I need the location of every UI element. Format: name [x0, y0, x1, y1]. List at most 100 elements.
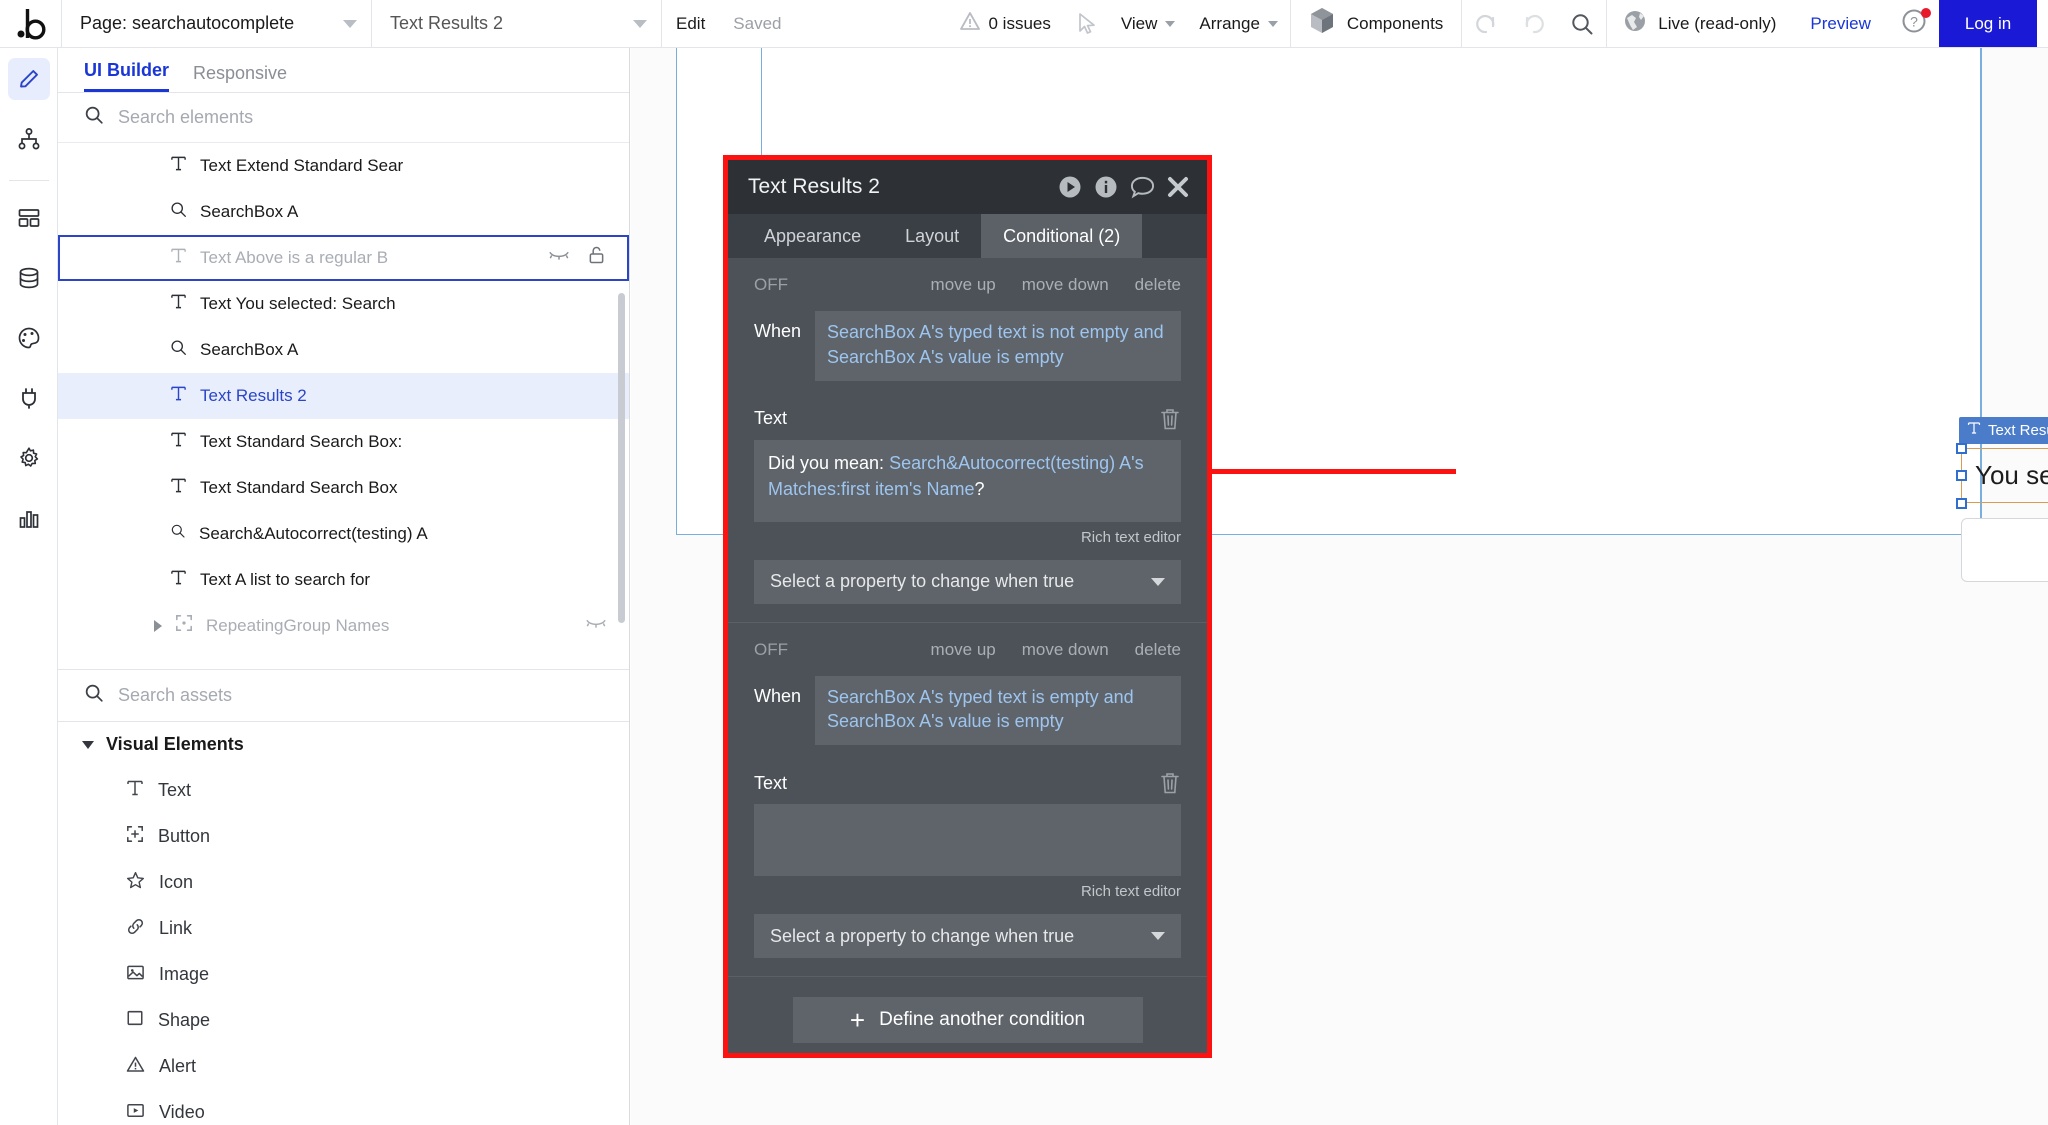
rail-item-elements[interactable]	[8, 197, 50, 239]
globe-icon	[1623, 9, 1647, 38]
move-down-link-2[interactable]: move down	[1022, 640, 1109, 660]
tree-item-text-standard-search-box-colon[interactable]: Text Standard Search Box:	[58, 419, 629, 465]
text-property-value-2[interactable]	[754, 804, 1181, 876]
alert-triangle-icon	[126, 1055, 145, 1079]
redo-icon[interactable]	[1510, 0, 1558, 47]
issues-button[interactable]: 0 issues	[946, 12, 1065, 35]
tree-item-label: Text Results 2	[200, 386, 307, 406]
tab-conditional[interactable]: Conditional (2)	[981, 214, 1142, 258]
element-selector[interactable]: Text Results 2	[372, 0, 662, 47]
tree-item-text-you-selected-search[interactable]: Text You selected: Search	[58, 281, 629, 327]
define-another-condition-button[interactable]: + Define another condition	[793, 997, 1143, 1043]
arrange-menu[interactable]: Arrange	[1187, 14, 1289, 34]
asset-item-image[interactable]: Image	[58, 952, 629, 998]
canvas-selected-element[interactable]: You selected: SearchBox A's value's Name	[1961, 448, 2048, 503]
tree-item-label: Text Extend Standard Sear	[200, 156, 403, 176]
triangle-right-icon[interactable]	[154, 620, 162, 632]
eye-hidden-icon[interactable]	[548, 247, 570, 268]
tree-item-repeatinggroup-names[interactable]: RepeatingGroup Names	[58, 603, 629, 649]
elements-search[interactable]: Search elements	[58, 93, 629, 143]
live-mode-button[interactable]: Live (read-only)	[1607, 0, 1792, 47]
delete-link-1[interactable]: delete	[1135, 275, 1181, 295]
move-down-link-1[interactable]: move down	[1022, 275, 1109, 295]
asset-item-text[interactable]: Text	[58, 768, 629, 814]
cursor-arrow-icon[interactable]	[1065, 13, 1109, 35]
text-property-value-1[interactable]: Did you mean: Search&Autocorrect(testing…	[754, 440, 1181, 522]
rail-item-data[interactable]	[8, 257, 50, 299]
trash-icon[interactable]	[1159, 771, 1181, 795]
rail-item-plugins[interactable]	[8, 377, 50, 419]
video-icon	[126, 1101, 145, 1125]
rail-item-settings[interactable]	[8, 437, 50, 479]
components-button[interactable]: Components	[1291, 0, 1461, 47]
tree-item-text-above-is-a-regular-b[interactable]: Text Above is a regular B	[58, 235, 629, 281]
lock-open-icon[interactable]	[588, 245, 605, 270]
condition-toggle-1[interactable]: OFF	[754, 275, 905, 295]
undo-icon[interactable]	[1462, 0, 1510, 47]
tree-item-text-standard-search-box[interactable]: Text Standard Search Box	[58, 465, 629, 511]
tab-layout[interactable]: Layout	[883, 214, 981, 258]
assets-section-visual-elements[interactable]: Visual Elements	[58, 722, 629, 768]
preview-button[interactable]: Preview	[1792, 0, 1888, 47]
view-menu[interactable]: View	[1109, 14, 1188, 34]
rich-text-editor-link-2[interactable]: Rich text editor	[754, 883, 1181, 900]
asset-item-video[interactable]: Video	[58, 1090, 629, 1125]
close-icon[interactable]	[1165, 174, 1191, 200]
text-icon	[170, 155, 187, 177]
delete-link-2[interactable]: delete	[1135, 640, 1181, 660]
login-button[interactable]: Log in	[1939, 0, 2037, 47]
rail-item-workflow[interactable]	[8, 118, 50, 160]
tab-appearance[interactable]: Appearance	[742, 214, 883, 258]
trash-icon[interactable]	[1159, 407, 1181, 431]
when-expression-2[interactable]: SearchBox A's typed text is empty and Se…	[815, 676, 1181, 746]
play-icon[interactable]	[1057, 174, 1083, 200]
tab-ui-builder[interactable]: UI Builder	[84, 60, 169, 92]
asset-item-shape[interactable]: Shape	[58, 998, 629, 1044]
rail-item-styles[interactable]	[8, 317, 50, 359]
resize-handle-bl[interactable]	[1956, 498, 1967, 509]
rich-text-editor-link-1[interactable]: Rich text editor	[754, 529, 1181, 546]
page-selector[interactable]: Page: searchautocomplete	[62, 0, 372, 47]
tree-item-text-extend-standard-sear[interactable]: Text Extend Standard Sear	[58, 143, 629, 189]
tree-item-search-autocorrect-testing-a[interactable]: Search&Autocorrect(testing) A	[58, 511, 629, 557]
tree-item-text-a-list-to-search-for[interactable]: Text A list to search for	[58, 557, 629, 603]
chevron-down-icon	[1151, 932, 1165, 940]
bubble-logo[interactable]	[0, 0, 62, 47]
move-up-link-1[interactable]: move up	[931, 275, 996, 295]
condition-toggle-2[interactable]: OFF	[754, 640, 905, 660]
asset-item-button[interactable]: Button	[58, 814, 629, 860]
edit-button[interactable]: Edit	[662, 0, 719, 47]
modal-header: Text Results 2	[728, 160, 1207, 214]
tree-item-searchbox-a-1[interactable]: SearchBox A	[58, 189, 629, 235]
rail-item-design[interactable]	[8, 58, 50, 100]
text-property-label-1: Text	[754, 408, 1159, 429]
move-up-link-2[interactable]: move up	[931, 640, 996, 660]
tree-item-searchbox-a-2[interactable]: SearchBox A	[58, 327, 629, 373]
rail-item-logs[interactable]	[8, 497, 50, 539]
canvas-input-box[interactable]	[1961, 518, 2048, 582]
asset-item-link[interactable]: Link	[58, 906, 629, 952]
assets-search[interactable]: Search assets	[58, 669, 629, 722]
resize-handle-ml[interactable]	[1956, 470, 1967, 481]
help-button[interactable]: ?	[1889, 0, 1939, 47]
condition-when-row-2: When SearchBox A's typed text is empty a…	[754, 676, 1181, 746]
asset-item-alert[interactable]: Alert	[58, 1044, 629, 1090]
tree-item-text-results-2[interactable]: Text Results 2	[58, 373, 629, 419]
chevron-down-icon	[1151, 578, 1165, 586]
resize-handle-tl[interactable]	[1956, 443, 1967, 454]
tree-scrollbar[interactable]	[618, 293, 625, 623]
issues-label: 0 issues	[989, 14, 1051, 34]
asset-item-icon[interactable]: Icon	[58, 860, 629, 906]
tab-responsive[interactable]: Responsive	[193, 63, 287, 92]
eye-hidden-icon[interactable]	[585, 615, 607, 636]
info-icon[interactable]	[1093, 174, 1119, 200]
comment-icon[interactable]	[1129, 174, 1155, 200]
when-expression-1[interactable]: SearchBox A's typed text is not empty an…	[815, 311, 1181, 381]
when-label-1: When	[754, 311, 801, 342]
saved-status: Saved	[719, 0, 795, 47]
search-icon[interactable]	[1558, 0, 1606, 47]
property-select-2[interactable]: Select a property to change when true	[754, 914, 1181, 958]
property-select-1[interactable]: Select a property to change when true	[754, 560, 1181, 604]
canvas-selection-tag[interactable]: Text Results 2	[1959, 417, 2048, 444]
notification-dot	[1921, 8, 1931, 18]
